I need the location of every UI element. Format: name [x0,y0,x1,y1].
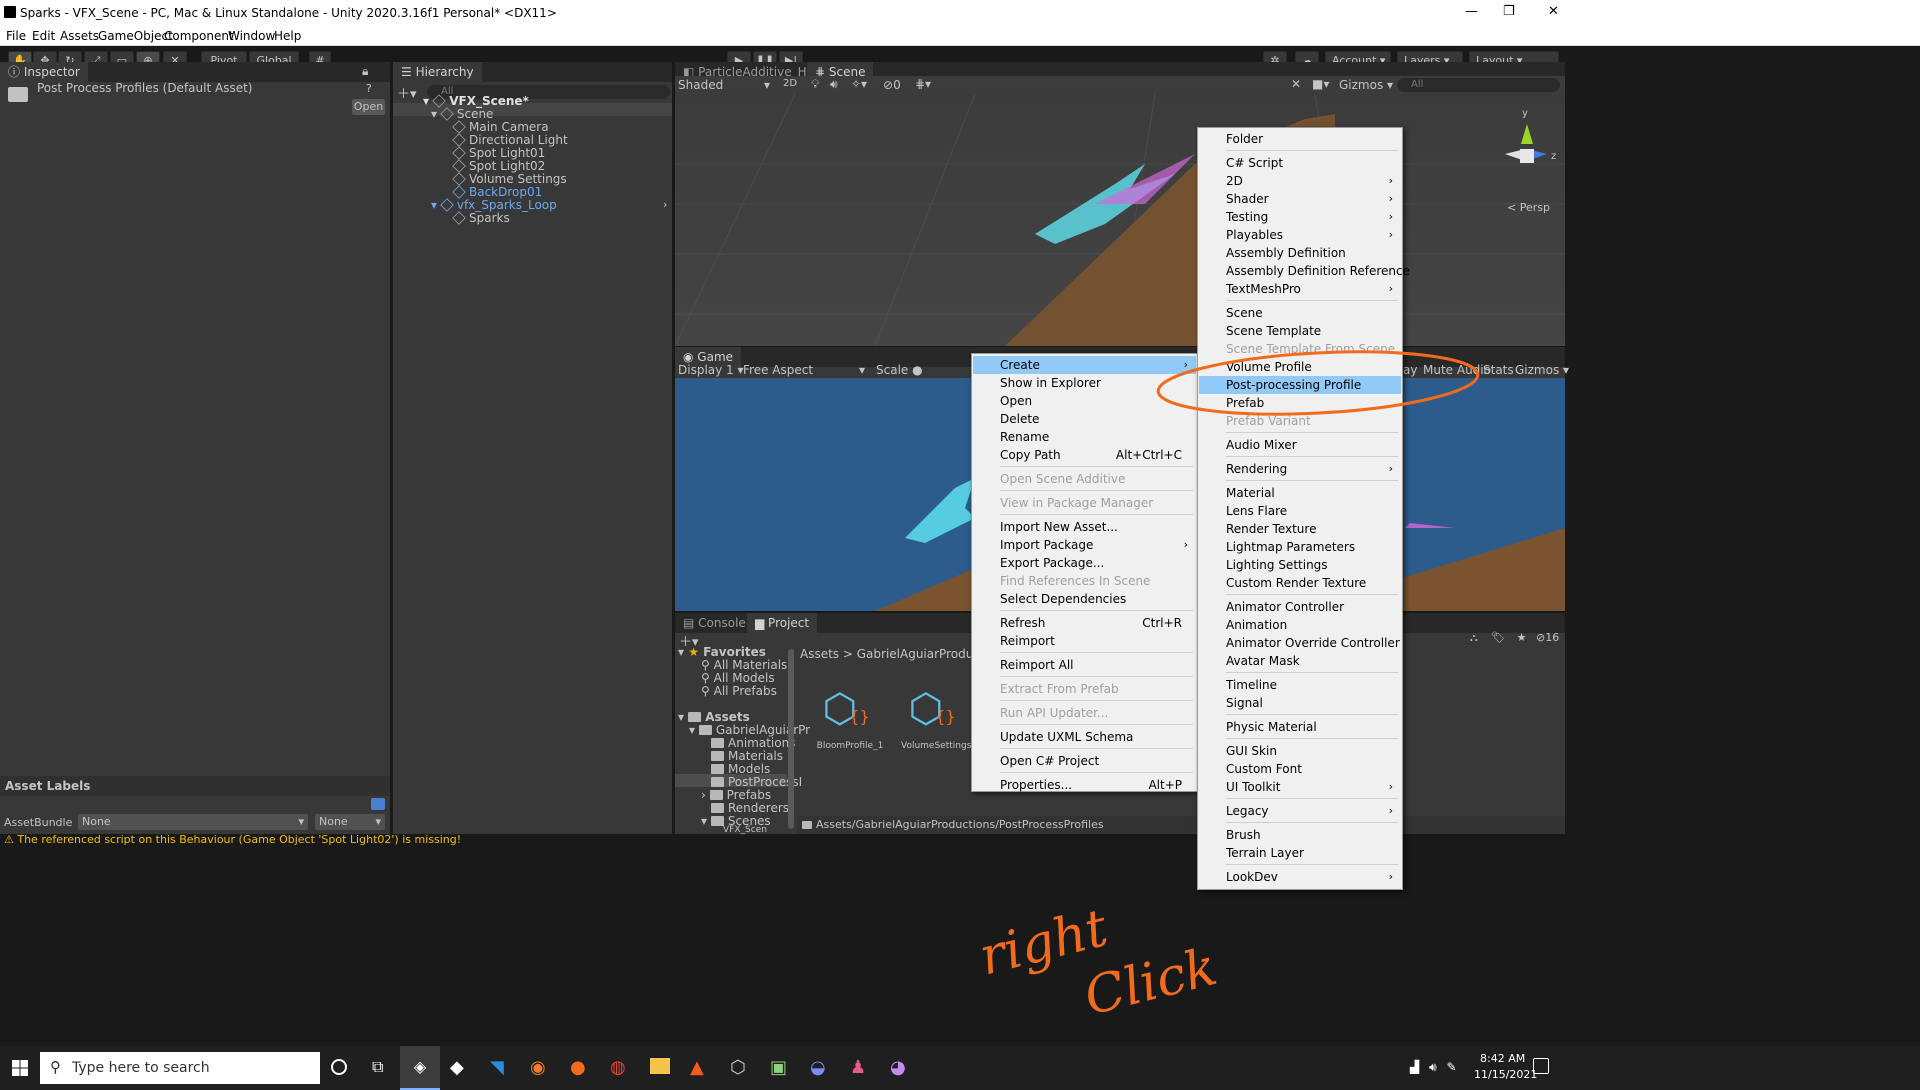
paint-taskbar-icon[interactable]: ● [570,1057,586,1078]
search-icon: ⚲ [50,1058,61,1076]
discord-taskbar-icon[interactable]: ◒ [810,1057,826,1078]
volume-icon[interactable]: 🔊︎ [1429,1060,1437,1074]
highlight-circle [1156,350,1480,416]
chrome-taskbar-icon[interactable]: ◍ [610,1057,626,1078]
task-view-icon[interactable]: ⧉ [372,1057,383,1077]
sourcetree-taskbar-icon[interactable]: ◆ [450,1057,464,1078]
pen-icon[interactable]: ✎ [1446,1060,1456,1074]
clock-time[interactable]: 8:42 AM [1480,1052,1525,1065]
network-icon[interactable]: ▟ [1410,1060,1419,1074]
annotation-overlay: right Click [974,350,1480,1028]
color-app-taskbar-icon[interactable]: ◕ [890,1057,906,1078]
windows-start-icon[interactable] [12,1060,28,1076]
clock-date[interactable]: 11/15/2021 [1474,1068,1537,1081]
unity-taskbar-icon[interactable]: ◈ [400,1046,440,1090]
notepad-taskbar-icon[interactable]: ▣ [770,1057,787,1078]
taskbar: ⚲ Type here to search ⧉ ◈ ◆ ◥ ◉ ● ◍ ▲ ⬡ … [0,1046,1920,1090]
app-taskbar-icon[interactable]: ▲ [690,1057,704,1078]
unity-hub-taskbar-icon[interactable]: ⬡ [730,1057,746,1078]
vscode-taskbar-icon[interactable]: ◥ [490,1057,504,1078]
tray-icons: ▟ 🔊︎ ✎ [1410,1060,1457,1075]
cortana-icon[interactable] [331,1059,347,1075]
recorder-taskbar-icon[interactable]: ♟ [850,1057,866,1078]
taskbar-search-input[interactable]: ⚲ Type here to search [40,1052,320,1084]
notification-icon[interactable] [1533,1058,1549,1074]
file-explorer-taskbar-icon[interactable] [650,1058,670,1074]
taskbar-search-placeholder: Type here to search [72,1060,210,1076]
blender-taskbar-icon[interactable]: ◉ [530,1057,546,1078]
